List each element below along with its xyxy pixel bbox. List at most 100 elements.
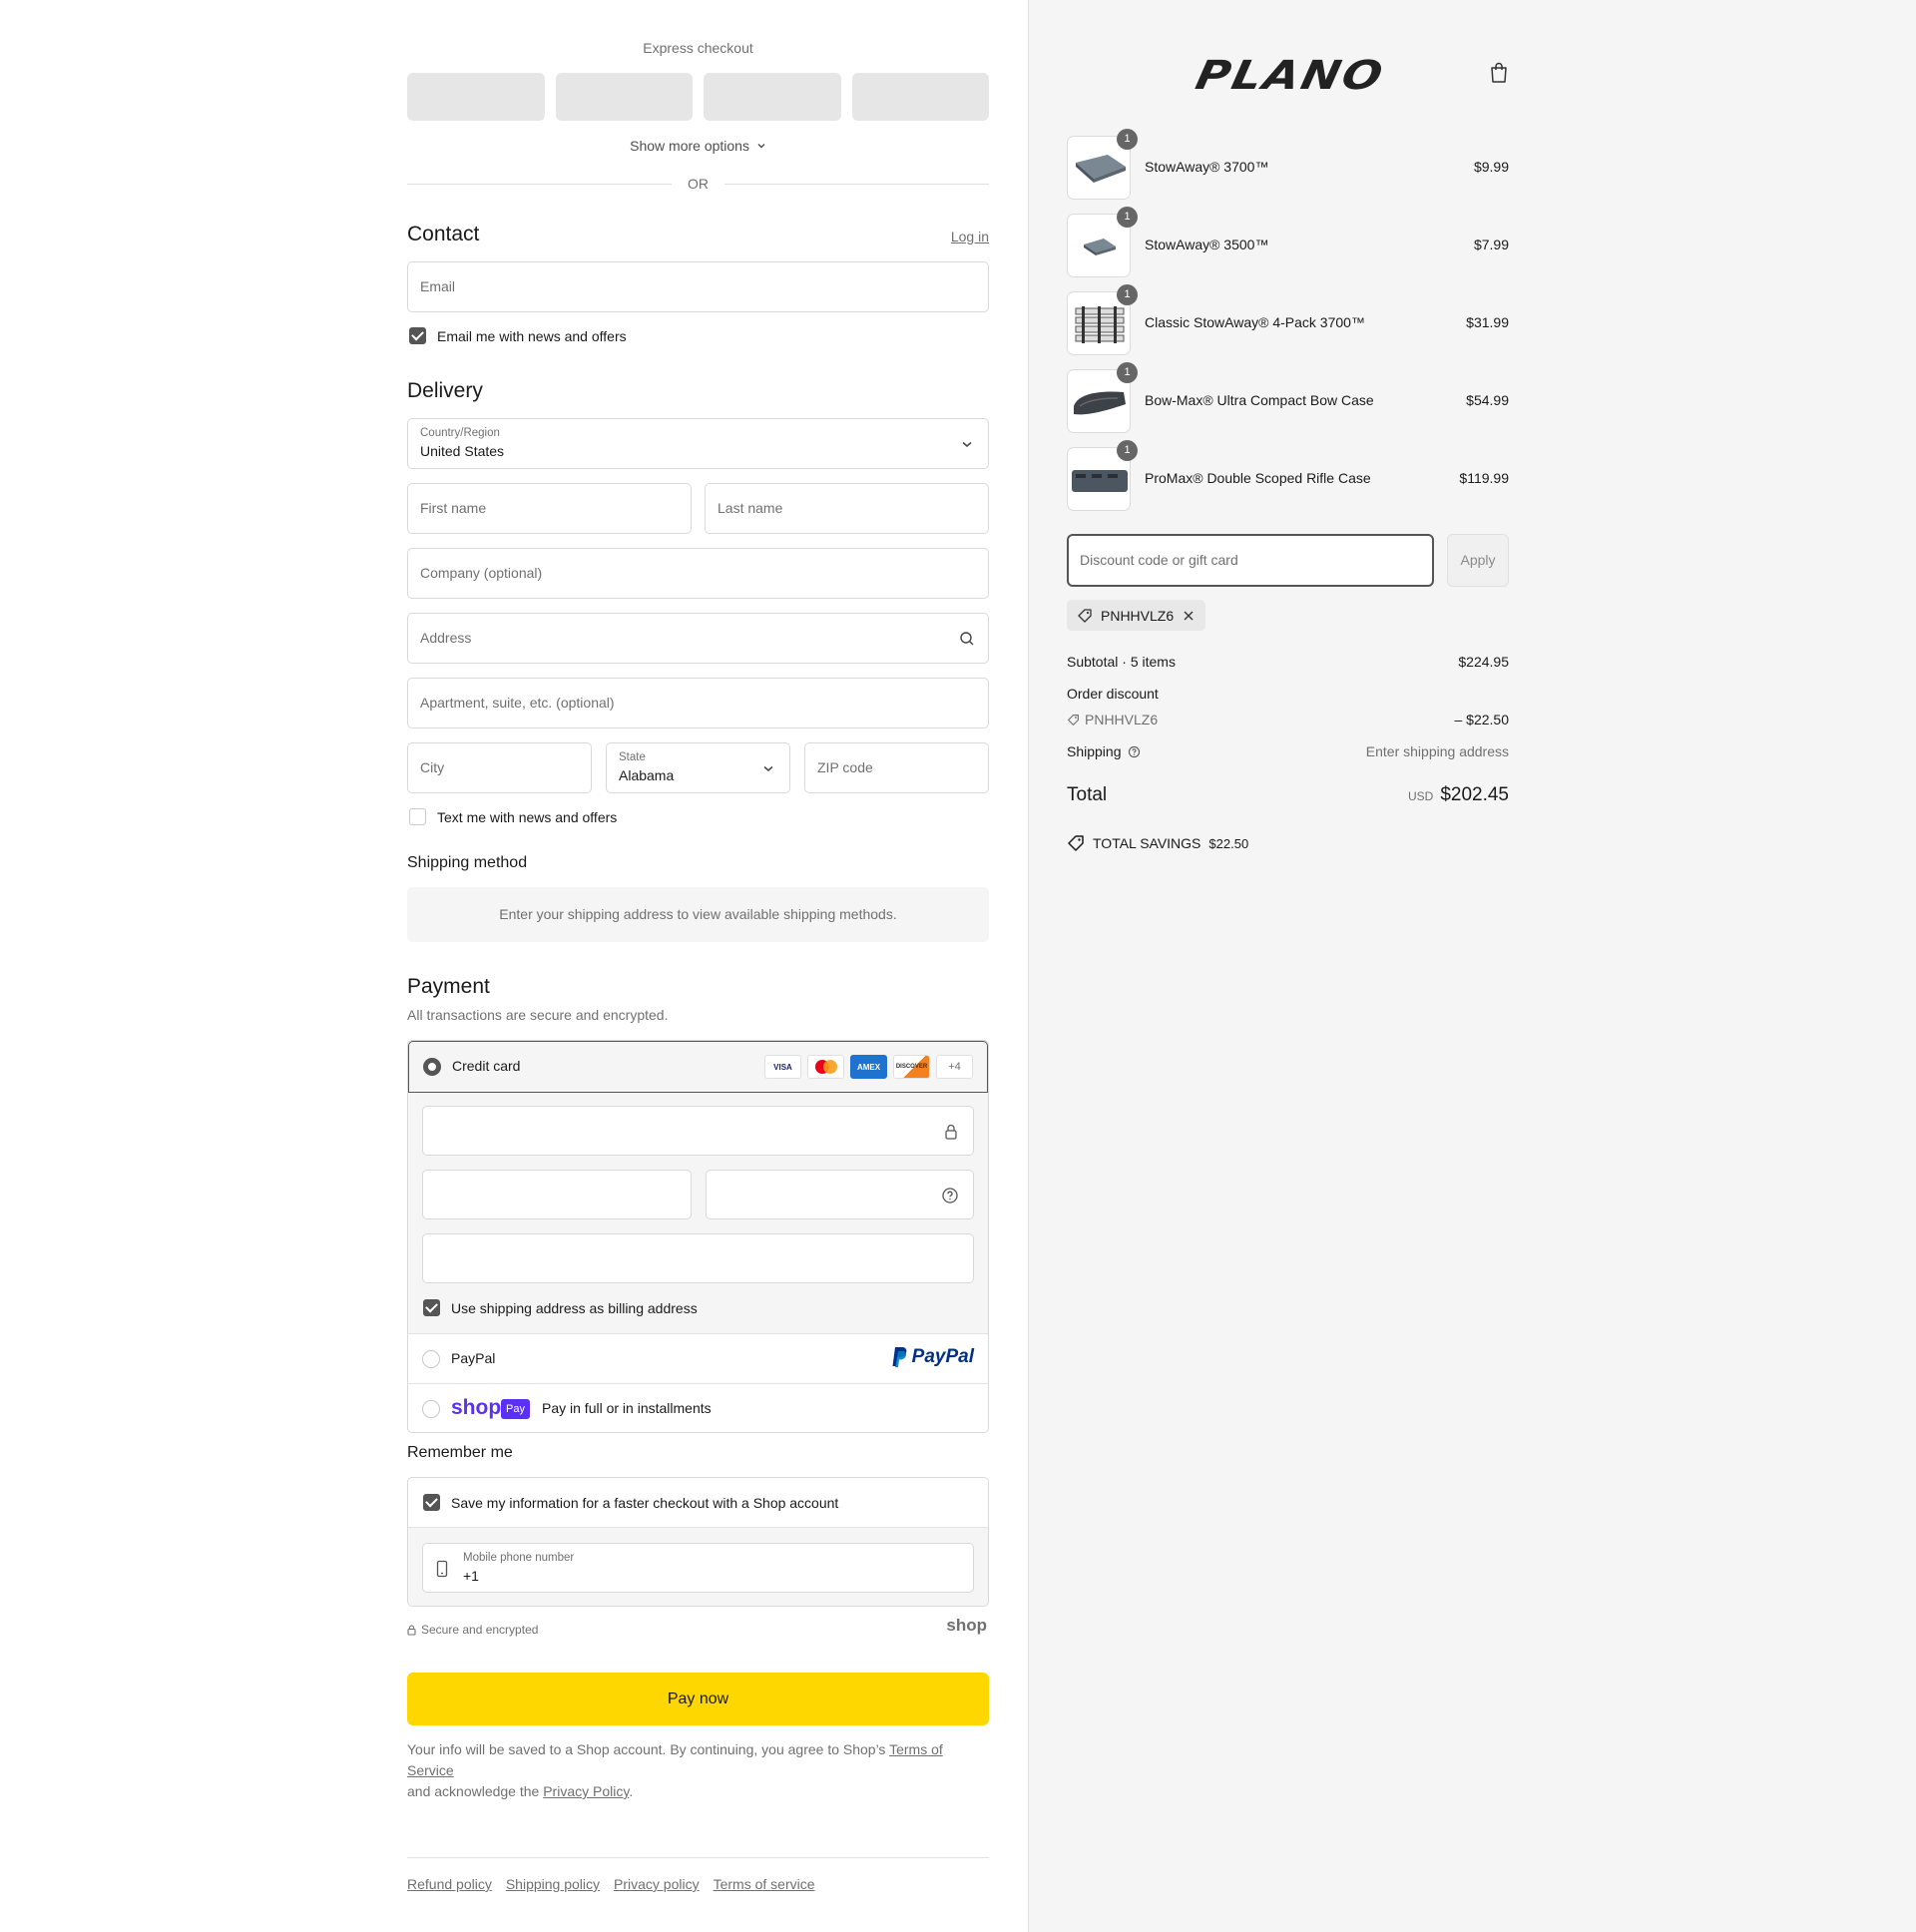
login-link[interactable]: Log in [951, 229, 989, 244]
shipping-value: Enter shipping address [1365, 743, 1509, 759]
quantity-badge: 1 [1117, 129, 1138, 150]
express-button-1[interactable] [407, 73, 545, 121]
quantity-badge: 1 [1117, 284, 1138, 305]
checkbox-checked-icon [423, 1299, 440, 1316]
email-field[interactable]: Email [407, 261, 989, 312]
shop-pay-option[interactable]: shop Pay Pay in full or in installments [408, 1383, 988, 1432]
quantity-badge: 1 [1117, 440, 1138, 461]
state-select[interactable]: State Alabama [606, 742, 790, 793]
privacy-policy-link[interactable]: Privacy Policy [543, 1783, 629, 1799]
quantity-badge: 1 [1117, 362, 1138, 383]
address-placeholder: Address [420, 630, 472, 646]
text-news-label: Text me with news and offers [437, 808, 618, 825]
item-name: Classic StowAway® 4-Pack 3700™ [1145, 314, 1365, 330]
zip-field[interactable]: ZIP code [804, 742, 989, 793]
delivery-heading: Delivery [407, 379, 483, 402]
save-info-checkbox[interactable]: Save my information for a faster checkou… [423, 1494, 838, 1511]
email-news-checkbox[interactable]: Email me with news and offers [409, 327, 627, 344]
checkout-column: Express checkout Show more options OR Co… [407, 0, 989, 1932]
item-price: $31.99 [1466, 314, 1509, 330]
phone-icon [436, 1560, 448, 1578]
show-more-options[interactable]: Show more options [407, 138, 989, 154]
total-value: $202.45 [1440, 784, 1509, 805]
paypal-icon [892, 1347, 907, 1367]
item-price: $119.99 [1459, 470, 1509, 486]
radio-unselected-icon [422, 1350, 440, 1368]
card-number-field[interactable] [422, 1106, 974, 1156]
paypal-wordmark: PayPal [911, 1346, 974, 1367]
savings-value: $22.50 [1208, 835, 1249, 851]
phone-value: +1 [463, 1568, 479, 1584]
checkbox-checked-icon [423, 1494, 440, 1511]
shipping-label: Shipping [1067, 743, 1122, 759]
secure-label: Secure and encrypted [421, 1623, 539, 1637]
company-placeholder: Company (optional) [420, 565, 543, 581]
close-icon[interactable] [1182, 609, 1196, 623]
discover-icon: DISCOVER [893, 1055, 930, 1079]
company-field[interactable]: Company (optional) [407, 548, 989, 599]
last-name-placeholder: Last name [718, 500, 783, 516]
shop-pay-text: Pay in full or in installments [542, 1400, 712, 1416]
country-select[interactable]: Country/Region United States [407, 418, 989, 469]
express-button-4[interactable] [851, 73, 989, 121]
brand-logo[interactable]: PLANO [1192, 53, 1389, 99]
cart-item: 1 Bow-Max® Ultra Compact Bow Case $54.99 [1067, 362, 1509, 433]
or-divider: OR [407, 176, 989, 192]
chevron-down-icon [757, 144, 765, 149]
shop-logo: shop [451, 1396, 502, 1419]
phone-label: Mobile phone number [463, 1552, 575, 1564]
express-button-2[interactable] [555, 73, 693, 121]
cart-item: 1 StowAway® 3700™ $9.99 [1067, 129, 1509, 200]
shipping-method-info: Enter your shipping address to view avai… [407, 887, 989, 942]
discount-code-input[interactable]: Discount code or gift card [1067, 534, 1434, 587]
refund-policy-link[interactable]: Refund policy [407, 1876, 492, 1892]
visa-icon: VISA [764, 1055, 801, 1079]
shop-pay-badge: Pay [501, 1399, 530, 1419]
discount-code-line: PNHHVLZ6 [1067, 712, 1158, 727]
email-news-label: Email me with news and offers [437, 327, 627, 344]
legal-text-part1: Your info will be saved to a Shop accoun… [407, 1741, 890, 1757]
save-info-label: Save my information for a faster checkou… [451, 1494, 839, 1511]
shopping-bag-icon[interactable] [1489, 62, 1509, 84]
card-expiry-field[interactable] [422, 1170, 692, 1219]
item-price: $7.99 [1473, 237, 1509, 252]
or-label: OR [688, 176, 709, 192]
zip-placeholder: ZIP code [817, 759, 873, 775]
first-name-field[interactable]: First name [407, 483, 692, 534]
lock-icon [945, 1124, 957, 1140]
paypal-logo: PayPal [892, 1346, 974, 1368]
card-name-field[interactable] [422, 1233, 974, 1283]
billing-same-checkbox[interactable]: Use shipping address as billing address [423, 1299, 698, 1316]
text-news-checkbox[interactable]: Text me with news and offers [409, 808, 617, 825]
shipping-policy-link[interactable]: Shipping policy [506, 1876, 600, 1892]
shipping-label-group: Shipping [1067, 743, 1141, 759]
address-field[interactable]: Address [407, 613, 989, 664]
subtotal-label: Subtotal · 5 items [1067, 654, 1176, 670]
credit-card-option[interactable]: Credit card VISA AMEX DISCOVER +4 [408, 1041, 988, 1093]
last-name-field[interactable]: Last name [705, 483, 989, 534]
paypal-option[interactable]: PayPal PayPal [408, 1333, 988, 1383]
discount-code-summary: PNHHVLZ6 [1085, 712, 1159, 727]
cart-item: 1 ProMax® Double Scoped Rifle Case $119.… [1067, 440, 1509, 511]
card-cvv-field[interactable] [706, 1170, 974, 1219]
order-summary-column: PLANO 1 StowAway® 3700™ $9.99 1 StowAway… [1067, 0, 1509, 1932]
discount-code-label: PNHHVLZ6 [1101, 607, 1175, 624]
help-icon[interactable] [941, 1187, 959, 1205]
total-savings-row: TOTAL SAVINGS $22.50 [1067, 834, 1509, 852]
apply-button[interactable]: Apply [1447, 534, 1509, 587]
radio-selected-icon [423, 1058, 441, 1076]
payment-subtitle: All transactions are secure and encrypte… [407, 1007, 669, 1023]
pay-now-button[interactable]: Pay now [407, 1673, 989, 1725]
phone-field[interactable]: Mobile phone number +1 [422, 1543, 974, 1593]
terms-of-service-footer-link[interactable]: Terms of service [714, 1876, 815, 1892]
express-button-3[interactable] [704, 73, 841, 121]
total-label: Total [1067, 784, 1108, 805]
privacy-policy-footer-link[interactable]: Privacy policy [614, 1876, 700, 1892]
help-icon[interactable] [1128, 745, 1141, 758]
apartment-field[interactable]: Apartment, suite, etc. (optional) [407, 678, 989, 728]
cart-item: 1 Classic StowAway® 4-Pack 3700™ $31.99 [1067, 284, 1509, 355]
lock-icon [407, 1624, 416, 1636]
email-placeholder: Email [420, 278, 456, 294]
checkout-form-panel: Express checkout Show more options OR Co… [0, 0, 1028, 1932]
city-field[interactable]: City [407, 742, 592, 793]
